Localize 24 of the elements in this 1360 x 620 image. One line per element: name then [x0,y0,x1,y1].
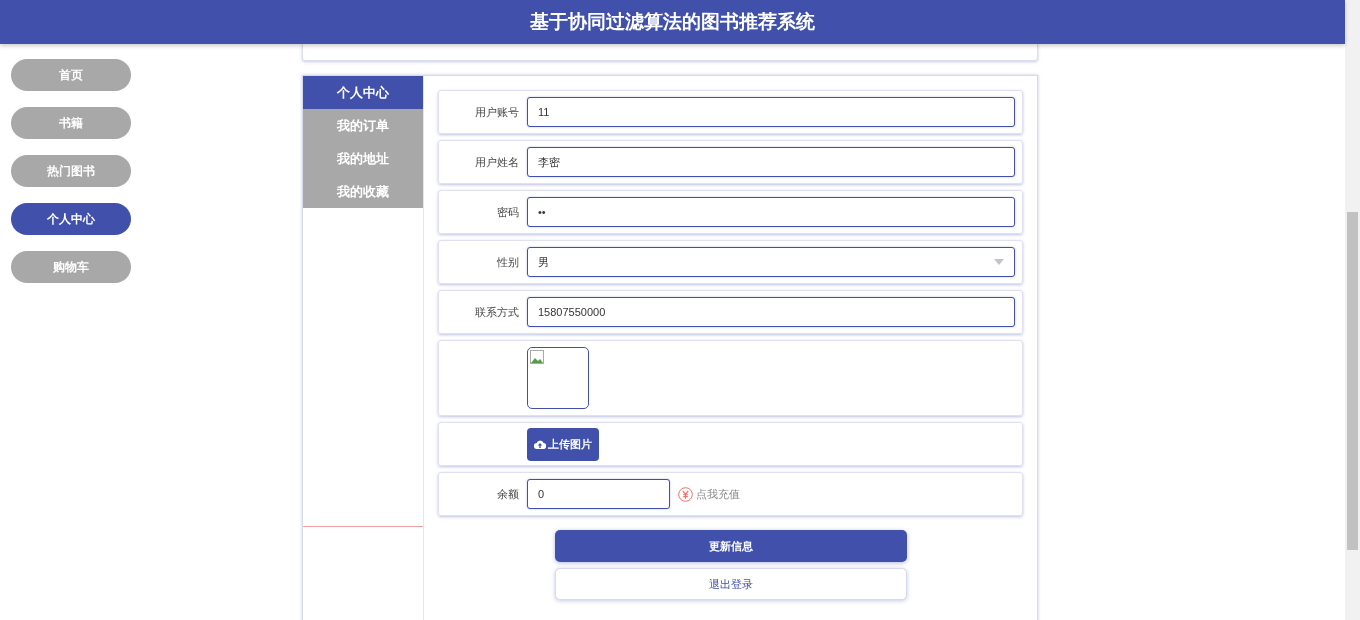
field-label: 联系方式 [474,304,520,320]
site-title: 基于协同过滤算法的图书推荐系统 [530,10,815,34]
field-label: 性别 [496,254,520,270]
input-field[interactable]: 0 [527,479,670,509]
menu-tab[interactable]: 个人中心 [303,76,423,109]
broken-image-icon [530,350,544,364]
upload-button[interactable]: 上传图片 [527,427,599,461]
select-field[interactable]: 男 [527,247,1015,277]
logout-button[interactable]: 退出登录 [554,568,907,600]
scrollbar[interactable] [1345,0,1360,620]
field-label: 用户姓名 [474,154,520,170]
field-label: 密码 [496,204,520,220]
nav-button[interactable]: 个人中心 [11,203,131,235]
recharge-link[interactable]: 点我充值 [696,486,740,502]
input-field[interactable]: •• [527,197,1015,227]
input-field[interactable]: 15807550000 [527,297,1015,327]
input-field[interactable]: 11 [527,97,1015,127]
update-button[interactable]: 更新信息 [554,530,907,562]
caret-icon [994,259,1004,265]
field-label: 用户账号 [474,104,520,120]
yen-icon [678,486,693,502]
field-label: 余额 [496,486,520,502]
cloud-upload-icon [534,439,546,449]
input-field[interactable]: 李密 [527,147,1015,177]
